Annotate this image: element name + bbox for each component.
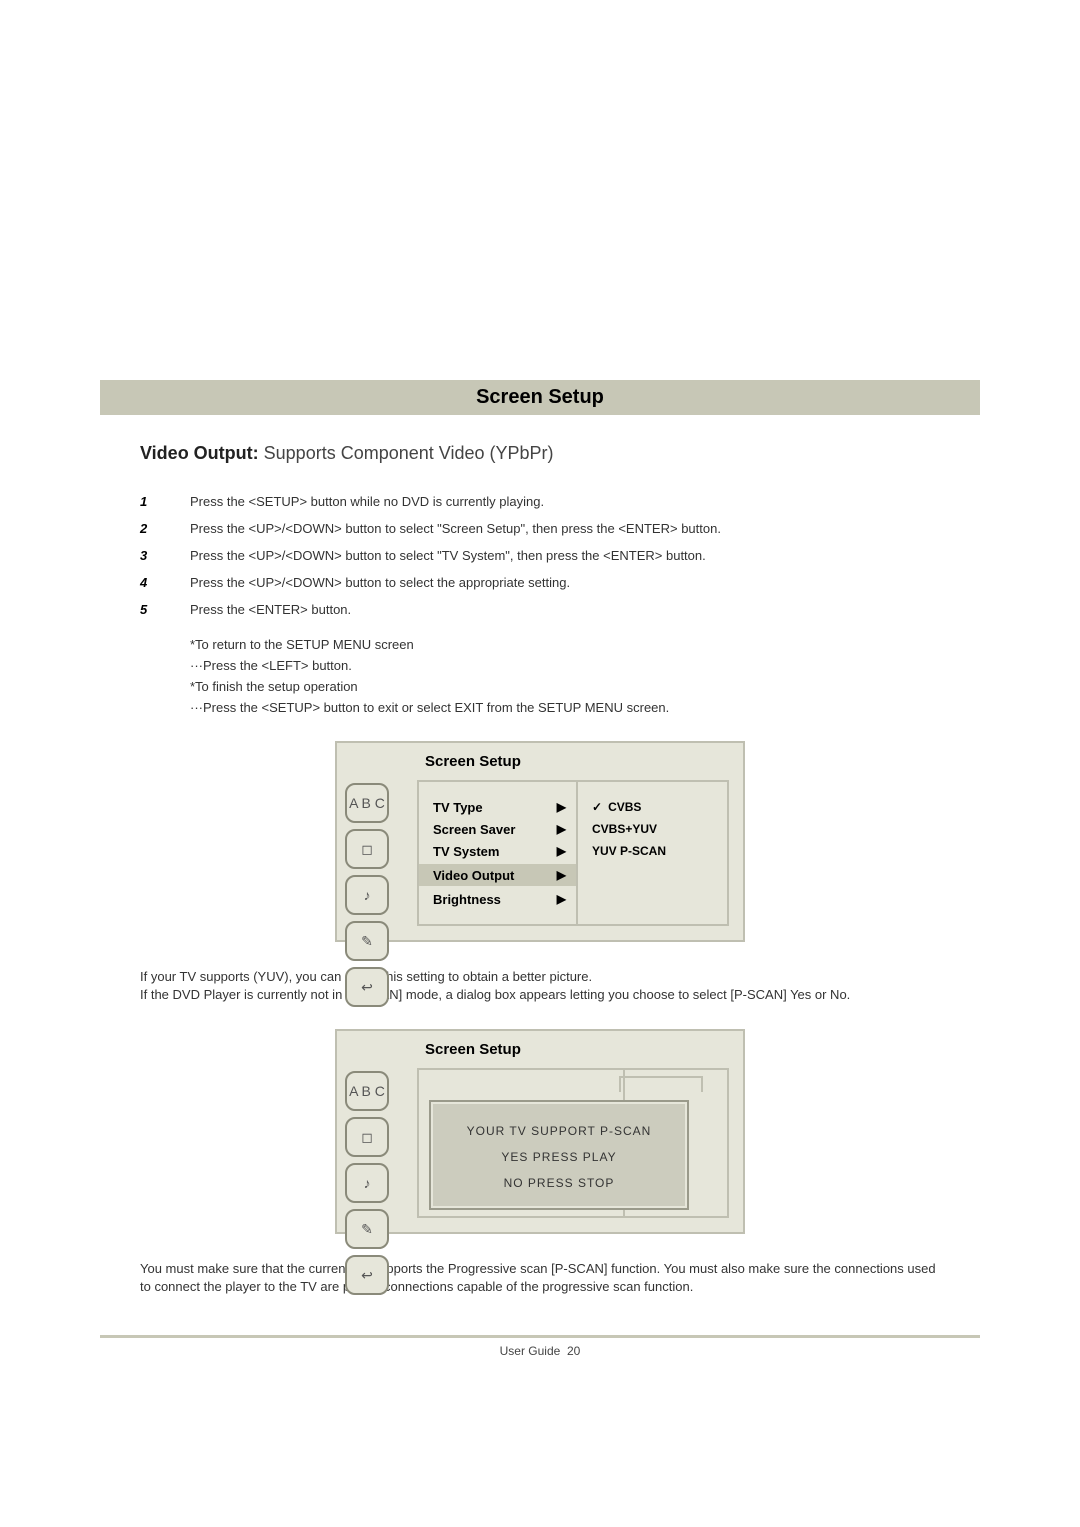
osd-option-label: Brightness	[433, 892, 501, 907]
exit-icon: ↩	[345, 1255, 389, 1295]
chevron-right-icon: ▶	[557, 892, 566, 906]
note-line: *To finish the setup operation	[190, 679, 980, 694]
note-line: *To return to the SETUP MENU screen	[190, 637, 980, 652]
chevron-right-icon: ▶	[557, 868, 566, 882]
step-text: Press the <UP>/<DOWN> button to select "…	[190, 521, 721, 536]
osd-option: Brightness ▶	[433, 888, 566, 910]
osd-value-checked: CVBS	[592, 796, 717, 818]
audio-icon: ♪	[345, 1163, 389, 1203]
pscan-confirm-dialog: YOUR TV SUPPORT P-SCAN YES PRESS PLAY NO…	[429, 1100, 689, 1210]
step: 3Press the <UP>/<DOWN> button to select …	[140, 548, 980, 563]
body-paragraph: You must make sure that the current TV s…	[140, 1260, 940, 1295]
osd-category-icons: A B C ◻ ♪ ✎ ↩	[345, 1071, 389, 1295]
step-text: Press the <UP>/<DOWN> button to select t…	[190, 575, 570, 590]
subheading: Video Output: Supports Component Video (…	[140, 443, 980, 464]
step-number: 5	[140, 602, 190, 617]
osd-panel-pscan-dialog: Screen Setup A B C ◻ ♪ ✎ ↩ YUV -SCAN YOU…	[335, 1029, 745, 1234]
screen-icon: ◻	[345, 829, 389, 869]
osd-value: YUV P-SCAN	[592, 840, 717, 862]
dialog-line: NO PRESS STOP	[439, 1176, 679, 1190]
step: 4Press the <UP>/<DOWN> button to select …	[140, 575, 980, 590]
step: 5Press the <ENTER> button.	[140, 602, 980, 617]
osd-values: CVBS CVBS+YUV YUV P-SCAN	[578, 782, 727, 924]
exit-icon: ↩	[345, 967, 389, 1007]
step-list: 1Press the <SETUP> button while no DVD i…	[140, 494, 980, 617]
note-line: ···Press the <LEFT> button.	[190, 658, 980, 673]
step-text: Press the <UP>/<DOWN> button to select "…	[190, 548, 706, 563]
osd-panel-video-output: Screen Setup A B C ◻ ♪ ✎ ↩ TV Type▶ Scre…	[335, 741, 745, 942]
page-number: 20	[567, 1344, 580, 1358]
step-text: Press the <SETUP> button while no DVD is…	[190, 494, 544, 509]
osd-category-icons: A B C ◻ ♪ ✎ ↩	[345, 783, 389, 1007]
osd-value: CVBS+YUV	[592, 818, 717, 840]
step-number: 4	[140, 575, 190, 590]
audio-icon: ♪	[345, 875, 389, 915]
osd-title: Screen Setup	[425, 753, 729, 770]
chevron-right-icon: ▶	[557, 822, 566, 836]
osd-option-label: Screen Saver	[433, 822, 515, 837]
screen-icon: ◻	[345, 1117, 389, 1157]
step: 2Press the <UP>/<DOWN> button to select …	[140, 521, 980, 536]
step-text: Press the <ENTER> button.	[190, 602, 351, 617]
chevron-right-icon: ▶	[557, 800, 566, 814]
subheading-text: Supports Component Video (YPbPr)	[259, 443, 554, 463]
step-number: 2	[140, 521, 190, 536]
section-title: Screen Setup	[100, 380, 980, 415]
step-number: 1	[140, 494, 190, 509]
footer-label: User Guide	[500, 1344, 561, 1358]
osd-option: TV System ▶	[433, 840, 566, 862]
tools-icon: ✎	[345, 1209, 389, 1249]
osd-option-list: TV Type ▶ Screen Saver ▶ TV System ▶ Video …	[419, 782, 578, 924]
osd-option-label: TV Type	[433, 800, 483, 815]
note-line: ···Press the <SETUP> button to exit or s…	[190, 700, 980, 715]
step: 1Press the <SETUP> button while no DVD i…	[140, 494, 980, 509]
chevron-right-icon: ▶	[557, 844, 566, 858]
osd-title: Screen Setup	[425, 1041, 729, 1058]
osd-option: TV Type ▶	[433, 796, 566, 818]
body-paragraph: If your TV supports (YUV), you can selec…	[140, 968, 940, 1003]
dialog-line: YES PRESS PLAY	[439, 1150, 679, 1164]
tools-icon: ✎	[345, 921, 389, 961]
osd-option-label: TV System	[433, 844, 499, 859]
osd-option-label: Video Output	[433, 868, 514, 883]
page-footer: User Guide 20	[100, 1335, 980, 1358]
notes-block: *To return to the SETUP MENU screen ···P…	[190, 637, 980, 715]
osd-option: Screen Saver ▶	[433, 818, 566, 840]
subheading-label: Video Output:	[140, 443, 259, 463]
step-number: 3	[140, 548, 190, 563]
dialog-line: YOUR TV SUPPORT P-SCAN	[439, 1124, 679, 1138]
osd-option-selected: Video Output ▶	[419, 864, 576, 886]
language-icon: A B C	[345, 1071, 389, 1111]
language-icon: A B C	[345, 783, 389, 823]
